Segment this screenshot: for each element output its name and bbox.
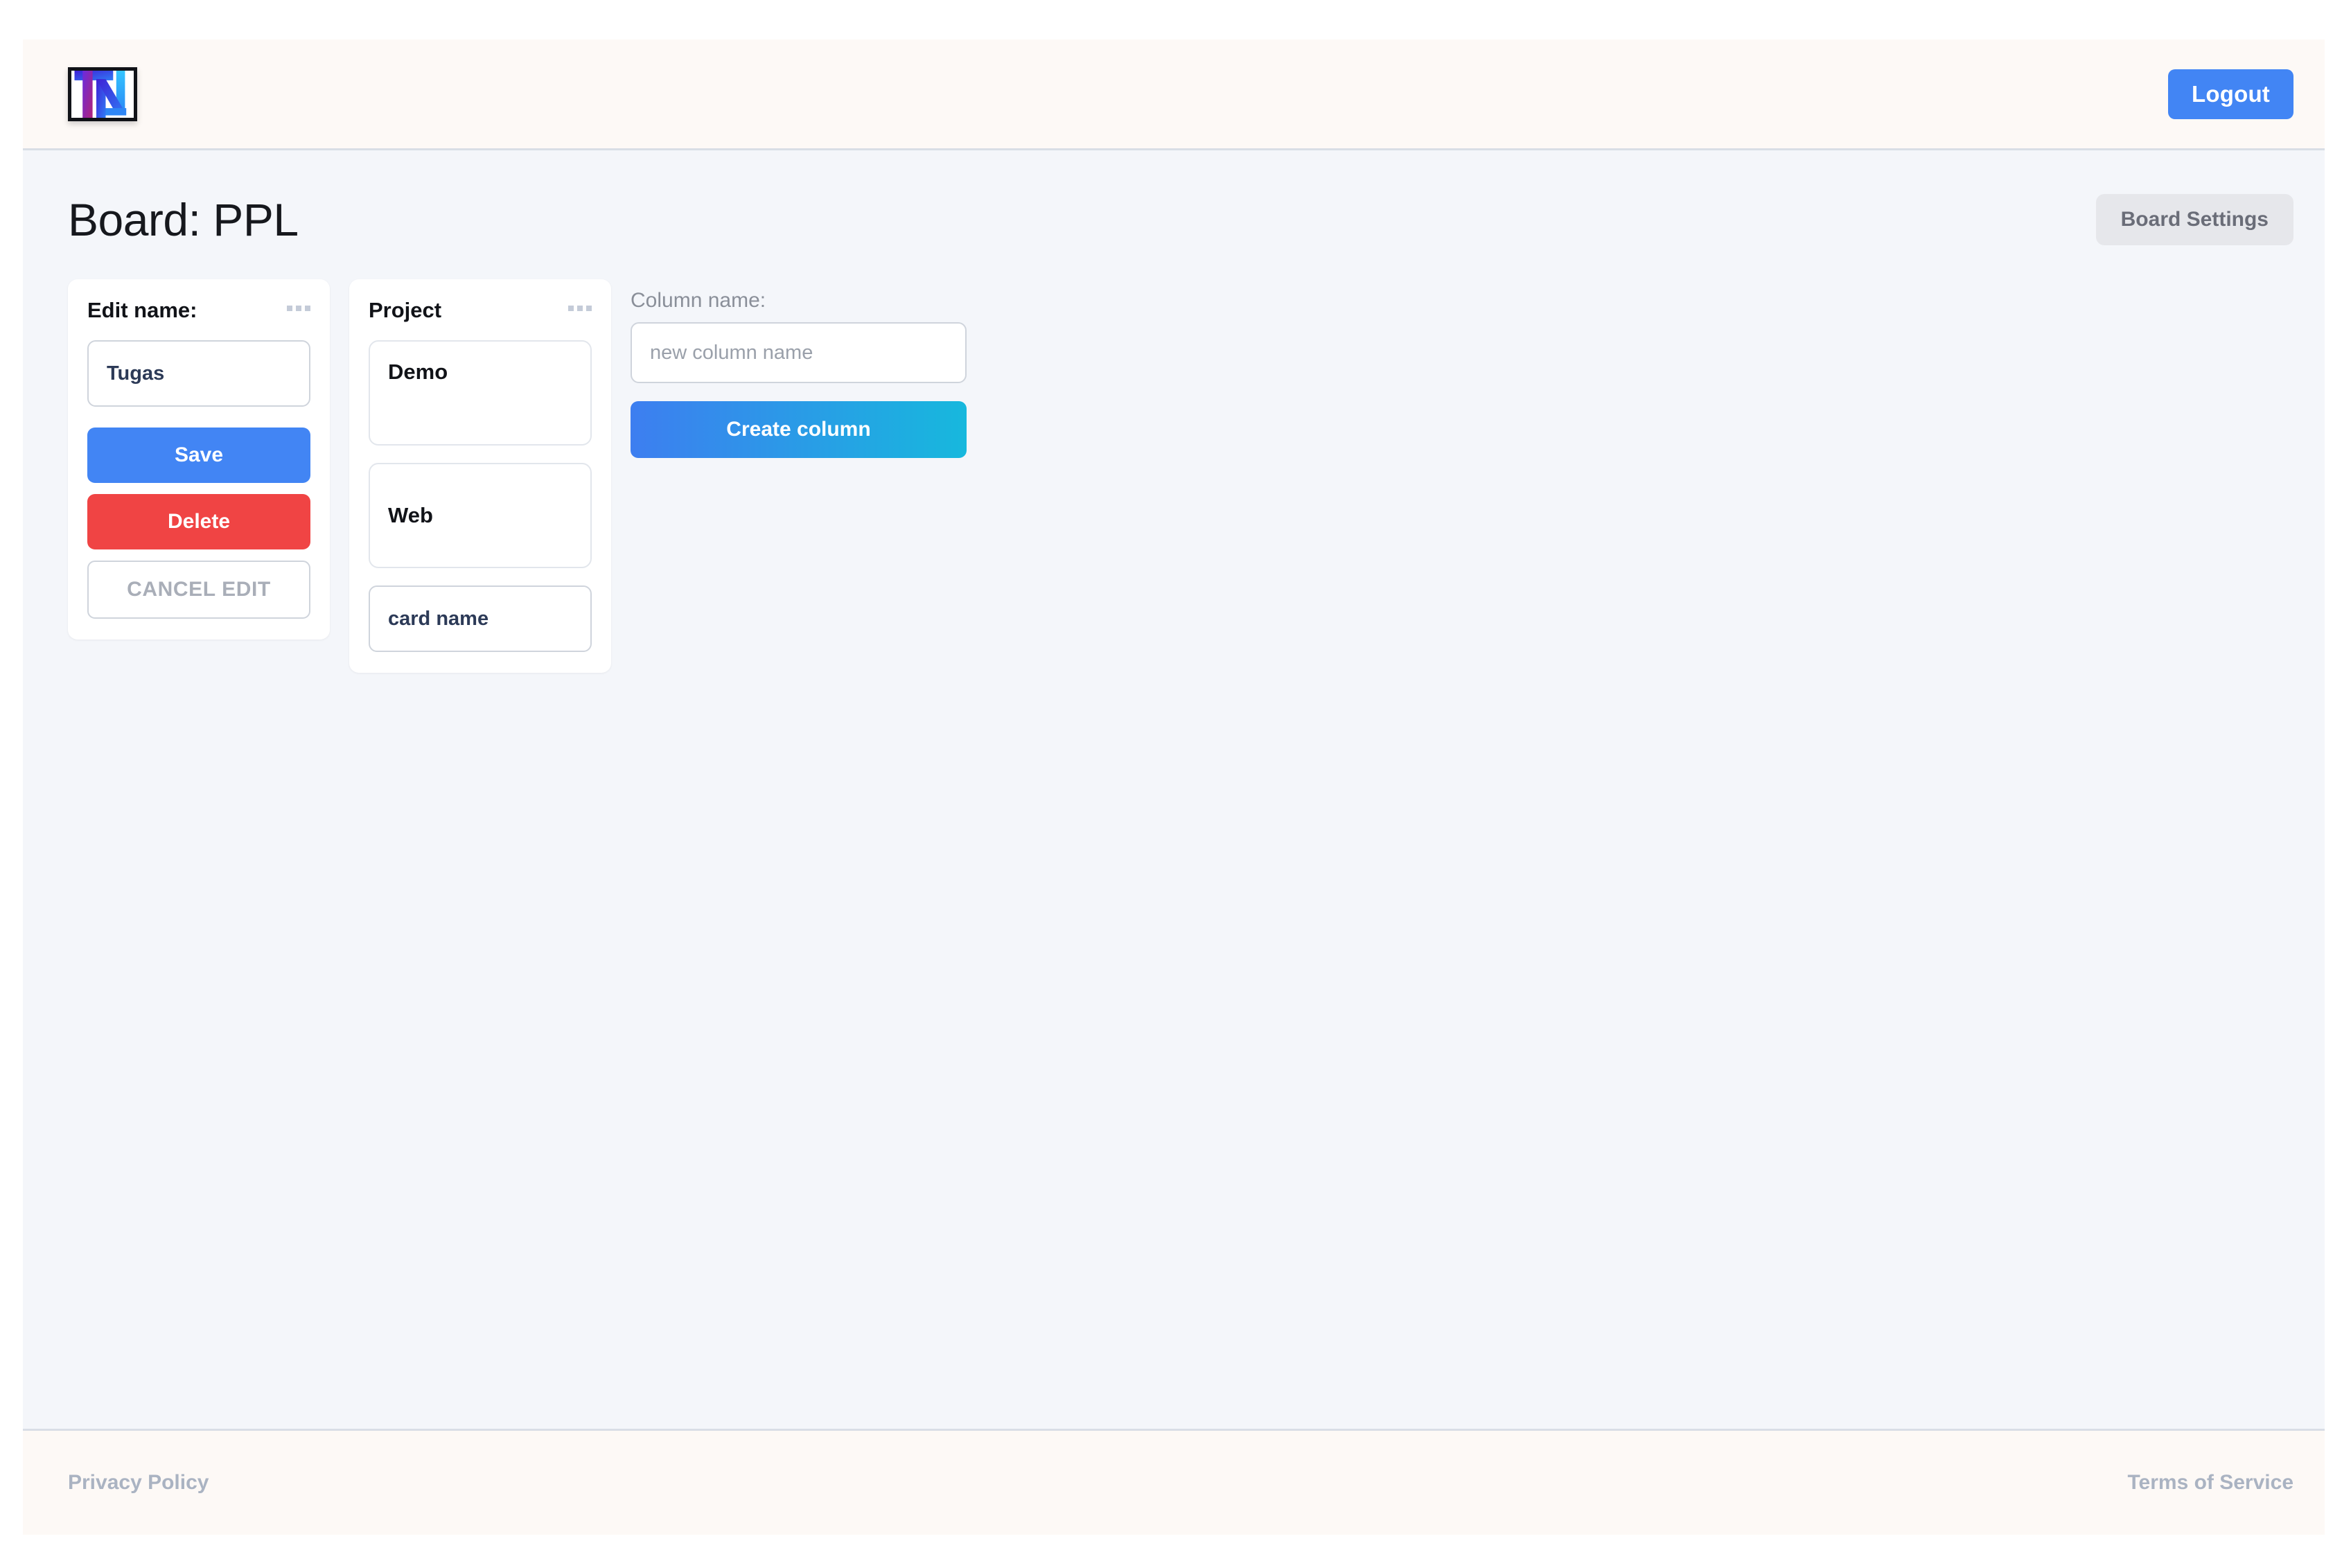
new-card-input[interactable] <box>369 585 592 653</box>
app-frame: Logout Board: PPL Board Settings Edit na… <box>23 39 2325 1535</box>
column-header: Project <box>369 298 592 322</box>
task-card[interactable]: Demo <box>369 340 592 446</box>
cancel-edit-button[interactable]: CANCEL EDIT <box>87 561 310 619</box>
privacy-policy-link[interactable]: Privacy Policy <box>68 1471 209 1495</box>
column-title: Edit name: <box>87 298 197 322</box>
page-title-row: Board: PPL Board Settings <box>68 150 2293 246</box>
ellipsis-icon[interactable] <box>287 299 310 311</box>
board-settings-button[interactable]: Board Settings <box>2095 194 2293 245</box>
app-header: Logout <box>23 39 2325 150</box>
brand-logo-icon[interactable] <box>68 67 137 121</box>
app-footer: Privacy Policy Terms of Service <box>23 1429 2325 1535</box>
column-title: Project <box>369 298 442 322</box>
logout-button[interactable]: Logout <box>2168 69 2293 119</box>
board-columns: Edit name: Save Delete CANCEL EDIT Proje… <box>68 279 2293 673</box>
column-header: Edit name: <box>87 298 310 322</box>
ellipsis-icon[interactable] <box>568 299 592 311</box>
delete-button[interactable]: Delete <box>87 494 310 550</box>
create-column-button[interactable]: Create column <box>631 401 967 458</box>
column-edit-name: Edit name: Save Delete CANCEL EDIT <box>68 279 330 640</box>
column-project: Project Demo Web <box>349 279 611 673</box>
page-title: Board: PPL <box>68 194 299 245</box>
terms-of-service-link[interactable]: Terms of Service <box>2127 1471 2293 1495</box>
new-column-name-input[interactable] <box>631 322 967 383</box>
column-name-input[interactable] <box>87 340 310 407</box>
column-name-label: Column name: <box>631 289 766 312</box>
main-content: Board: PPL Board Settings Edit name: Sav… <box>23 150 2325 1429</box>
create-column-form: Column name: Create column <box>631 279 967 458</box>
save-button[interactable]: Save <box>87 428 310 484</box>
tn-monogram-icon <box>71 70 134 118</box>
task-card[interactable]: Web <box>369 463 592 569</box>
